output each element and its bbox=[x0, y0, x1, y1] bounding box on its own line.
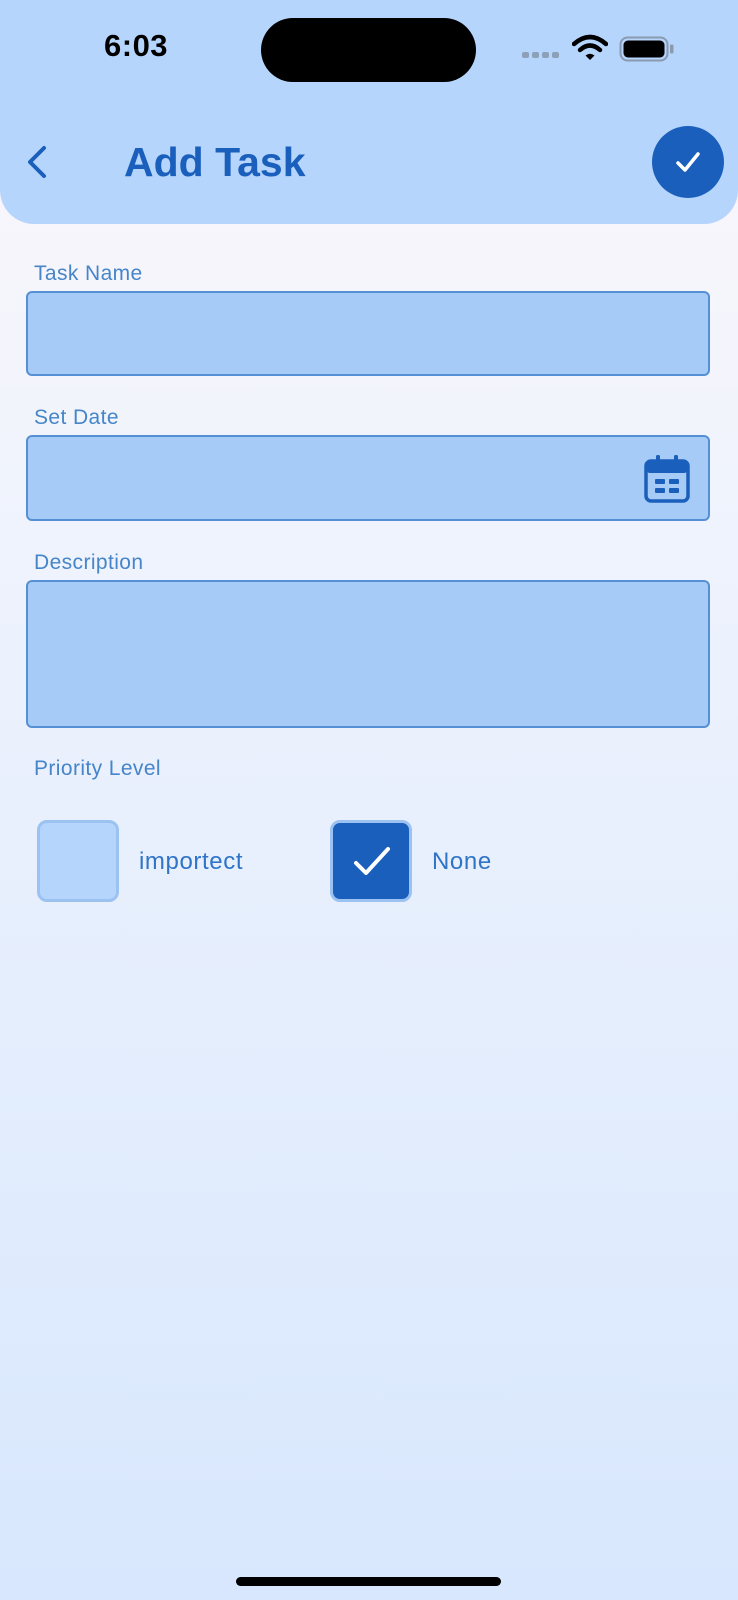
status-time: 6:03 bbox=[104, 28, 169, 63]
page-title: Add Task bbox=[124, 139, 306, 185]
wifi-icon bbox=[571, 34, 609, 62]
battery-icon bbox=[619, 36, 675, 62]
back-button[interactable] bbox=[20, 140, 56, 184]
set-date-label: Set Date bbox=[34, 406, 119, 429]
calendar-icon[interactable] bbox=[644, 455, 690, 503]
priority-none-label[interactable]: None bbox=[432, 848, 492, 876]
task-name-input[interactable] bbox=[28, 293, 708, 374]
set-date-field-container bbox=[26, 435, 710, 521]
set-date-input[interactable] bbox=[28, 437, 708, 519]
task-name-label: Task Name bbox=[34, 262, 143, 285]
checkmark-icon bbox=[354, 847, 390, 875]
description-field-container bbox=[26, 580, 710, 728]
home-indicator[interactable] bbox=[236, 1577, 501, 1586]
priority-important-checkbox[interactable] bbox=[37, 820, 119, 902]
save-button[interactable] bbox=[652, 126, 724, 198]
chevron-left-icon bbox=[28, 146, 46, 178]
task-name-field-container bbox=[26, 291, 710, 376]
priority-none-checkbox[interactable] bbox=[330, 820, 412, 902]
dynamic-island bbox=[261, 18, 476, 82]
priority-level-label: Priority Level bbox=[34, 757, 161, 780]
priority-important-label[interactable]: importect bbox=[139, 848, 243, 876]
signal-icon bbox=[522, 52, 562, 60]
description-label: Description bbox=[34, 551, 144, 574]
description-input[interactable] bbox=[28, 582, 708, 726]
checkmark-icon bbox=[676, 152, 700, 172]
app-header: 6:03 Add Task bbox=[0, 0, 738, 224]
